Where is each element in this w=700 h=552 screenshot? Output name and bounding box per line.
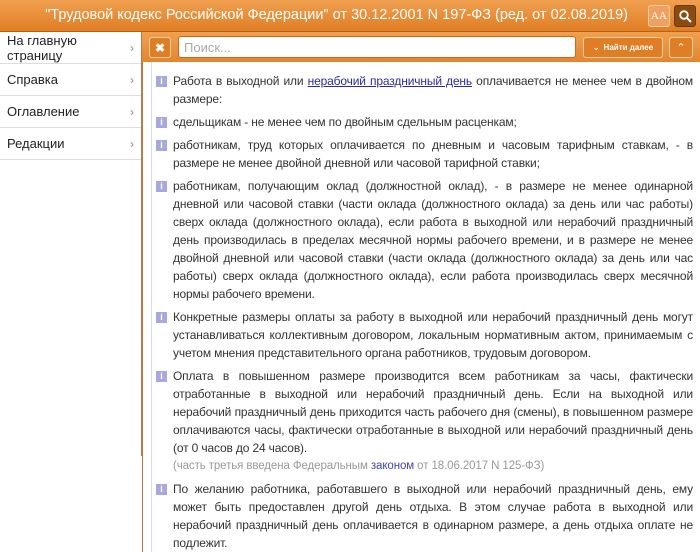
chevron-right-icon: ›: [130, 72, 134, 87]
document-content: i Работа в выходной или нерабочий праздни…: [142, 62, 700, 552]
note-text: (часть третья введена Федеральным: [173, 460, 371, 472]
chevron-right-icon: ›: [130, 104, 134, 119]
chevron-right-icon: ›: [130, 40, 134, 55]
paragraph: i По желанию работника, работавшего в вых…: [143, 480, 700, 552]
clear-search-button[interactable]: ✖: [149, 37, 171, 58]
paragraph: i Оплата в повышенном размере производитс…: [143, 367, 700, 457]
paragraph-text: По желанию работника, работавшего в выхо…: [173, 482, 693, 550]
paragraph-text: Оплата в повышенном размере производится…: [173, 369, 693, 455]
info-icon[interactable]: i: [156, 181, 167, 192]
note-text: от 18.06.2017 N 125-ФЗ): [414, 460, 545, 472]
find-next-label: Найти далее: [603, 43, 654, 52]
info-icon[interactable]: i: [156, 312, 167, 323]
paragraph-text: работникам, труд которых оплачивается по…: [173, 138, 693, 170]
header-bar: "Трудовой кодекс Российской Федерации" о…: [0, 0, 700, 32]
chevron-right-icon: ›: [130, 136, 134, 151]
holiday-link[interactable]: нерабочий праздничный день: [308, 74, 473, 88]
font-size-button[interactable]: AA: [648, 5, 670, 27]
paragraph-text: Работа в выходной или: [173, 74, 308, 88]
info-icon[interactable]: i: [156, 371, 167, 382]
law-link[interactable]: законом: [371, 460, 414, 472]
sidebar: На главную страницу › Справка › Оглавление…: [0, 32, 142, 456]
search-icon: [678, 9, 692, 23]
sidebar-item-label: На главную страницу: [7, 32, 77, 63]
search-toolbar: ✖ ⌄Найти далее ⌃: [142, 32, 700, 62]
search-input[interactable]: [178, 36, 576, 58]
sidebar-item-home[interactable]: На главную страницу ›: [0, 32, 141, 64]
paragraph: i сдельщикам - не менее чем по двойным сд…: [143, 113, 700, 131]
paragraph: i Конкретные размеры оплаты за работу в в…: [143, 308, 700, 362]
find-previous-button[interactable]: ⌃: [669, 37, 693, 58]
info-icon[interactable]: i: [156, 117, 167, 128]
paragraph-text: Конкретные размеры оплаты за работу в вы…: [173, 310, 693, 360]
sidebar-item-label: Справка: [7, 72, 58, 87]
paragraph-text: сдельщикам - не менее чем по двойным сде…: [173, 115, 517, 129]
sidebar-item-label: Оглавление: [7, 104, 80, 119]
sidebar-item-editions[interactable]: Редакции ›: [0, 128, 141, 160]
sidebar-item-contents[interactable]: Оглавление ›: [0, 96, 141, 128]
paragraph: i работникам, труд которых оплачивается п…: [143, 136, 700, 172]
sidebar-item-label: Редакции: [7, 136, 65, 151]
paragraph-text: работникам, получающим оклад (должностно…: [173, 179, 693, 301]
search-button[interactable]: [674, 5, 696, 27]
sidebar-item-help[interactable]: Справка ›: [0, 64, 141, 96]
amendment-note: (часть третья введена Федеральным законо…: [143, 457, 700, 475]
paragraph: i работникам, получающим оклад (должностн…: [143, 177, 700, 303]
info-icon[interactable]: i: [156, 76, 167, 87]
paragraph: i Работа в выходной или нерабочий праздни…: [143, 72, 700, 108]
chevron-down-icon: ⌄: [592, 43, 600, 52]
document-title: "Трудовой кодекс Российской Федерации" о…: [45, 7, 628, 23]
info-icon[interactable]: i: [156, 484, 167, 495]
info-icon[interactable]: i: [156, 140, 167, 151]
find-next-button[interactable]: ⌄ Найти далее: [583, 37, 663, 58]
